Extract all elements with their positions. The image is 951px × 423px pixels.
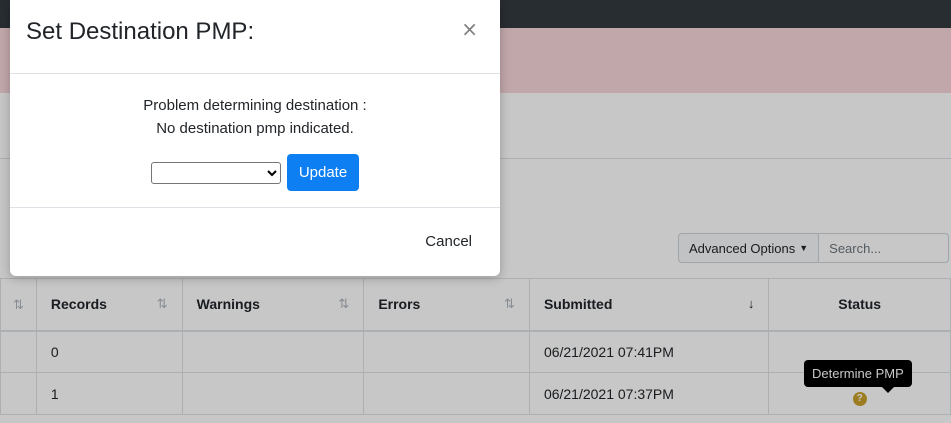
cancel-button[interactable]: Cancel (425, 233, 472, 250)
error-message-line2: No destination pmp indicated. (156, 120, 354, 137)
close-icon[interactable]: × (455, 16, 484, 42)
error-message-line1: Problem determining destination : (143, 97, 367, 114)
modal-header: Set Destination PMP: × (10, 0, 500, 74)
destination-pmp-select[interactable] (150, 161, 281, 184)
modal-footer: Cancel (10, 208, 500, 276)
modal-title: Set Destination PMP: (26, 18, 255, 45)
update-button[interactable]: Update (286, 154, 360, 191)
destination-controls: Update (10, 154, 500, 191)
modal-body: Problem determining destination : No des… (10, 74, 500, 208)
set-destination-modal: Set Destination PMP: × Problem determini… (10, 0, 500, 276)
